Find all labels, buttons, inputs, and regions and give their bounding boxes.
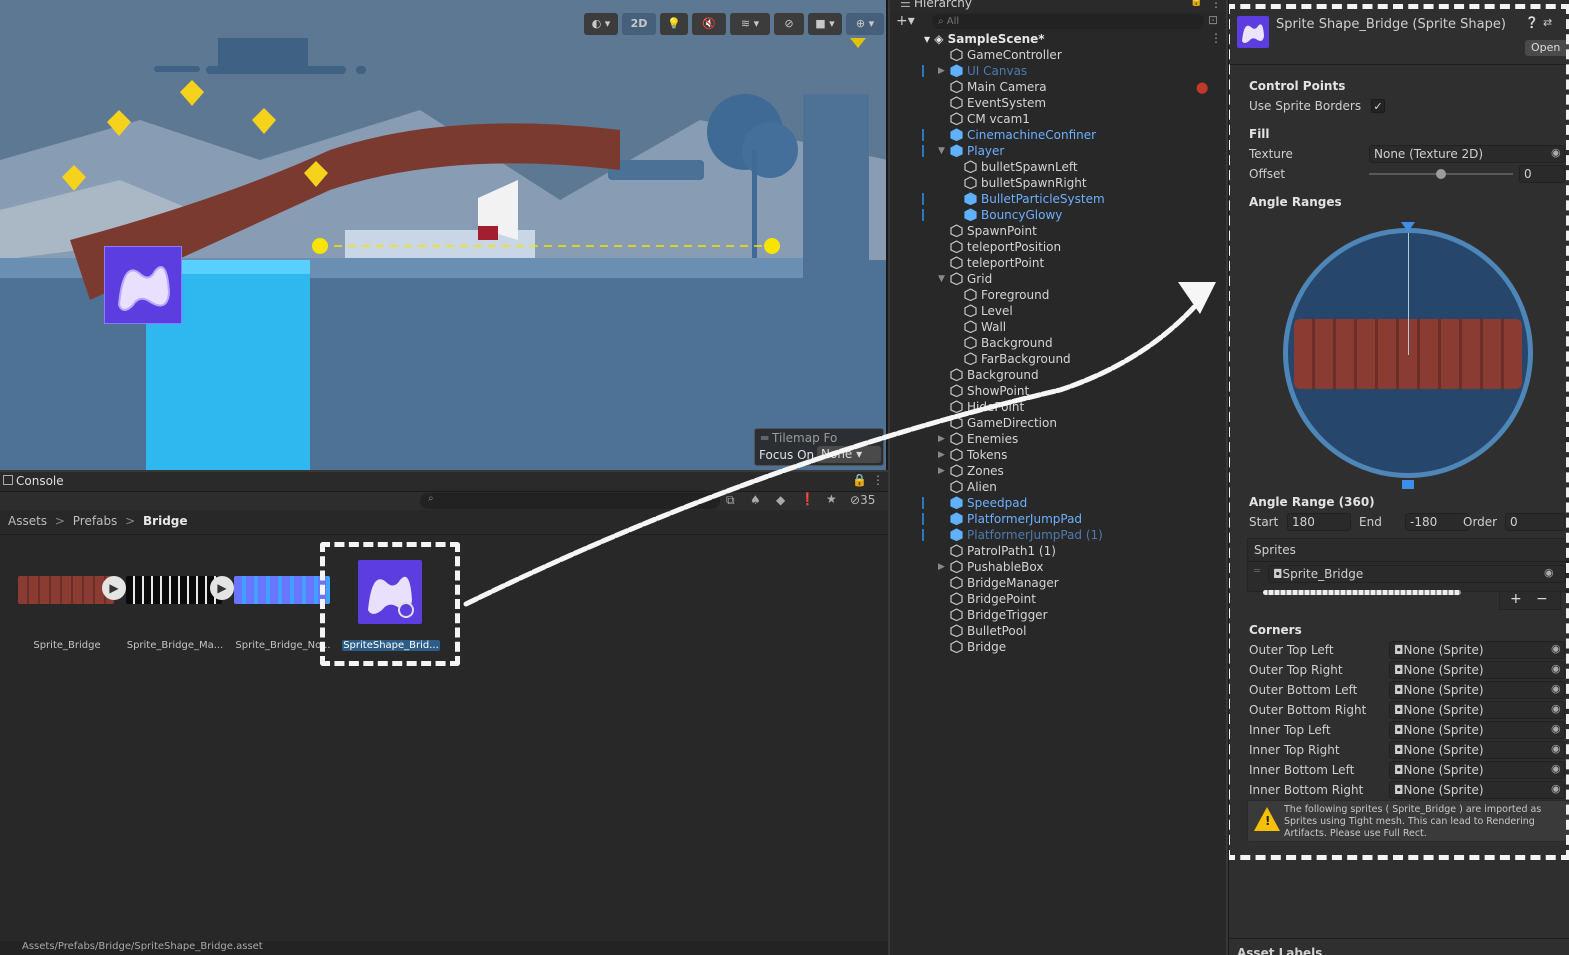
annotation-arrow — [463, 282, 1216, 607]
